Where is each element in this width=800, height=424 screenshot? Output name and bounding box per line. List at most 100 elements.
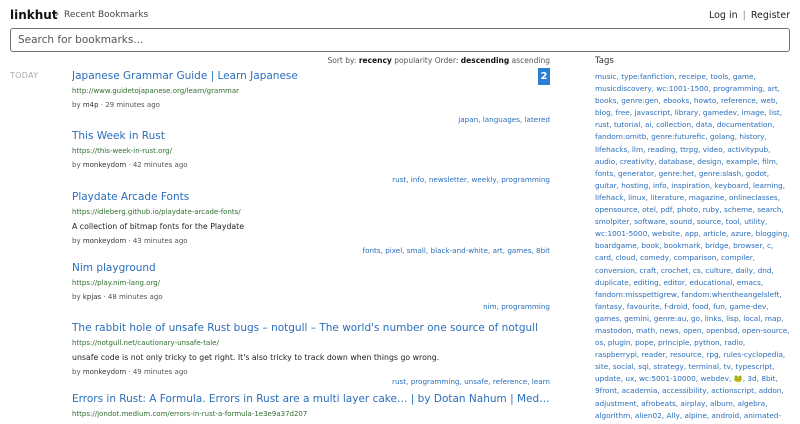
tag-cloud-link[interactable]: documentation, (717, 120, 775, 129)
tag-cloud-link[interactable]: alien02, (635, 411, 664, 420)
tag-cloud-link[interactable]: linux, (628, 193, 648, 202)
tag-link[interactable]: unsafe, (464, 377, 491, 386)
tag-cloud-link[interactable]: food, (692, 302, 710, 311)
tag-cloud-link[interactable]: source, (697, 217, 724, 226)
bookmark-user-link[interactable]: kpjas (83, 293, 101, 301)
tag-cloud-link[interactable]: film, (762, 157, 778, 166)
tag-cloud-link[interactable]: math, (636, 326, 657, 335)
tag-cloud-link[interactable]: search, (757, 205, 784, 214)
tag-cloud-link[interactable]: software, (634, 217, 668, 226)
tag-cloud-link[interactable]: blog, (595, 108, 613, 117)
bookmark-user-link[interactable]: m4p (83, 101, 99, 109)
tag-cloud-link[interactable]: emacs, (737, 278, 763, 287)
tag-cloud-link[interactable]: otel, (642, 205, 658, 214)
tag-cloud-link[interactable]: onlineclasses, (729, 193, 780, 202)
tag-cloud-link[interactable]: cloud, (616, 253, 638, 262)
tag-cloud-link[interactable]: keyboard, (715, 181, 751, 190)
order-ascending-option[interactable]: ascending (512, 56, 550, 65)
tag-cloud-link[interactable]: fonts, (595, 169, 616, 178)
tag-cloud-link[interactable]: fandom:whentheangelsleft, (682, 290, 782, 299)
tag-cloud-link[interactable]: python, (694, 338, 722, 347)
tag-cloud-link[interactable]: javascript, (634, 108, 672, 117)
tag-cloud-link[interactable]: game-dev, (730, 302, 769, 311)
tag-cloud-link[interactable]: blogging, (756, 229, 790, 238)
tag-cloud-link[interactable]: conversion, (595, 266, 637, 275)
tag-cloud-link[interactable]: gamedev, (703, 108, 739, 117)
sort-popularity-option[interactable]: popularity (394, 56, 432, 65)
bookmark-url[interactable]: http://www.guidetojapanese.org/learn/gra… (72, 87, 550, 96)
tag-cloud-link[interactable]: local, (743, 314, 762, 323)
login-link[interactable]: Log in (709, 10, 738, 21)
tag-cloud-link[interactable]: library, (675, 108, 701, 117)
tag-cloud-link[interactable]: openbsd, (706, 326, 740, 335)
tag-cloud-link[interactable]: azure, (731, 229, 754, 238)
tag-link[interactable]: fonts, (363, 246, 383, 255)
tag-link[interactable]: programming (501, 175, 550, 184)
tag-cloud-link[interactable]: wc:5001-10000, (639, 374, 698, 383)
bookmark-user-link[interactable]: monkeydom (83, 368, 126, 376)
tag-cloud-link[interactable]: webdev, (700, 374, 731, 383)
tag-cloud-link[interactable]: lisp, (726, 314, 741, 323)
tag-cloud-link[interactable]: duplicate, (595, 278, 631, 287)
tag-cloud-link[interactable]: literature, (650, 193, 686, 202)
tag-cloud-link[interactable]: algorithm, (595, 411, 633, 420)
bookmark-url[interactable]: https://notgull.net/cautionary-unsafe-ta… (72, 339, 550, 348)
tag-link[interactable]: newsletter, (429, 175, 469, 184)
tag-cloud-link[interactable]: image, (742, 108, 767, 117)
tag-cloud-link[interactable]: wc:1001-1500, (656, 84, 711, 93)
tag-cloud-link[interactable]: resource, (670, 350, 704, 359)
tag-cloud-link[interactable]: book, (641, 241, 661, 250)
tag-link[interactable]: info, (411, 175, 427, 184)
tag-cloud-link[interactable]: video, (703, 145, 725, 154)
tag-link[interactable]: reference, (493, 377, 530, 386)
tag-cloud-link[interactable]: ruby, (703, 205, 722, 214)
tag-cloud-link[interactable]: alpine, (684, 411, 709, 420)
tag-cloud-link[interactable]: scheme, (724, 205, 755, 214)
order-descending-option[interactable]: descending (461, 56, 509, 65)
tag-cloud-link[interactable]: favourite, (627, 302, 662, 311)
tag-cloud-link[interactable]: photo, (677, 205, 700, 214)
tag-link[interactable]: languages, (483, 115, 523, 124)
tag-cloud-link[interactable]: 🐸, (734, 374, 745, 383)
tag-link[interactable]: black-and-white, (431, 246, 491, 255)
bookmark-title-link[interactable]: This Week in Rust (72, 130, 550, 143)
tag-cloud-link[interactable]: map, (765, 314, 784, 323)
tag-cloud-link[interactable]: music, (595, 72, 619, 81)
tag-cloud-link[interactable]: android, (711, 411, 741, 420)
tag-cloud-link[interactable]: afrobeats, (641, 399, 678, 408)
tag-cloud-link[interactable]: bridge, (705, 241, 731, 250)
tag-cloud-link[interactable]: lifehack, (595, 193, 626, 202)
bookmark-url[interactable]: https://this-week-in-rust.org/ (72, 147, 550, 156)
bookmark-title-link[interactable]: Playdate Arcade Fonts (72, 191, 550, 204)
tag-cloud-link[interactable]: history, (739, 132, 766, 141)
tag-cloud-link[interactable]: airplay, (680, 399, 707, 408)
tag-cloud-link[interactable]: fandom:misspettigrew, (595, 290, 679, 299)
tag-cloud-link[interactable]: type:fanfiction, (621, 72, 676, 81)
tag-link[interactable]: art, (493, 246, 505, 255)
tag-cloud-link[interactable]: actionscript, (711, 386, 756, 395)
tag-cloud-link[interactable]: 3d, (747, 374, 759, 383)
tag-cloud-link[interactable]: programming, (713, 84, 765, 93)
tag-cloud-link[interactable]: 9front, (595, 386, 619, 395)
bookmark-title-link[interactable]: The rabbit hole of unsafe Rust bugs – no… (72, 322, 550, 335)
bookmark-title-link[interactable]: Japanese Grammar Guide | Learn Japanese (72, 70, 550, 83)
tag-cloud-link[interactable]: raspberrypi, (595, 350, 639, 359)
tag-cloud-link[interactable]: strategy, (653, 362, 686, 371)
tag-link[interactable]: small, (407, 246, 428, 255)
tag-cloud-link[interactable]: website, (652, 229, 683, 238)
tag-cloud-link[interactable]: update, (595, 374, 623, 383)
tag-cloud-link[interactable]: art, (767, 84, 780, 93)
tag-link[interactable]: pixel, (385, 246, 404, 255)
sort-recency-option[interactable]: recency (359, 56, 392, 65)
tag-cloud-link[interactable]: educational, (690, 278, 735, 287)
tag-cloud-link[interactable]: culture, (705, 266, 733, 275)
tag-cloud-link[interactable]: comparison, (674, 253, 719, 262)
search-input[interactable] (10, 28, 790, 52)
tag-link[interactable]: rust, (392, 377, 408, 386)
tag-link[interactable]: rust, (392, 175, 408, 184)
tag-cloud-link[interactable]: data, (696, 120, 715, 129)
bookmark-user-link[interactable]: monkeydom (83, 237, 126, 245)
tag-cloud-link[interactable]: os, (595, 338, 606, 347)
tag-cloud-link[interactable]: boardgame, (595, 241, 639, 250)
tag-cloud-link[interactable]: terminal, (688, 362, 721, 371)
